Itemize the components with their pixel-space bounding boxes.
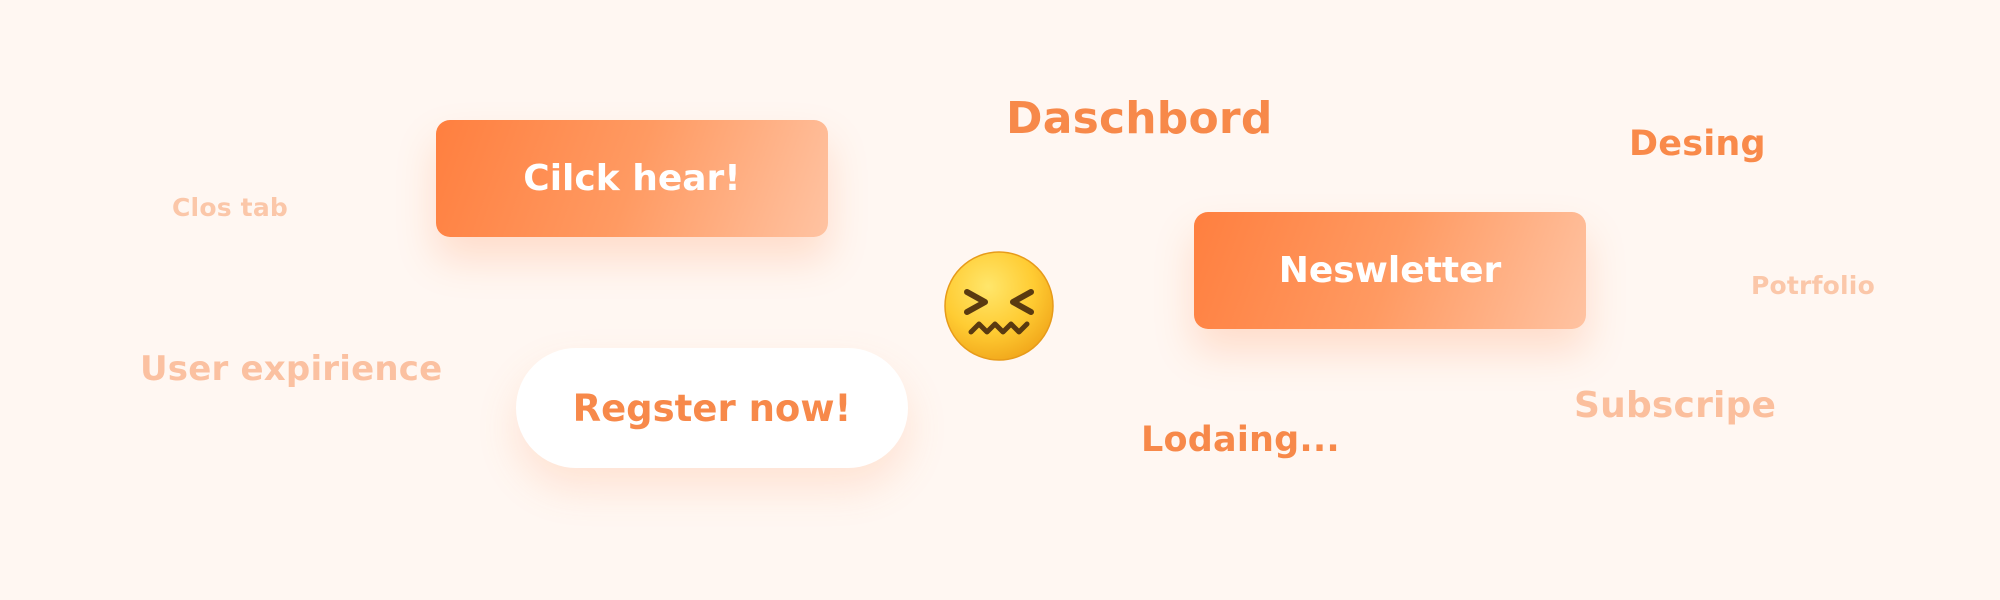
typo-showcase-canvas: Clos tab User expirience Potrfolio Subsc…	[0, 0, 2000, 600]
user-experience-label: User expirience	[140, 349, 443, 389]
design-label: Desing	[1629, 124, 1766, 164]
newsletter-button[interactable]: Neswletter	[1194, 212, 1586, 329]
close-tab-label: Clos tab	[172, 193, 288, 222]
loading-label: Lodaing...	[1141, 420, 1340, 460]
register-now-button[interactable]: Regster now!	[516, 348, 908, 468]
dashboard-label: Daschbord	[1006, 93, 1273, 144]
confounded-face-icon	[944, 251, 1054, 361]
subscribe-label: Subscripe	[1574, 385, 1777, 426]
click-here-button[interactable]: Cilck hear!	[436, 120, 828, 237]
portfolio-label: Potrfolio	[1751, 271, 1875, 300]
